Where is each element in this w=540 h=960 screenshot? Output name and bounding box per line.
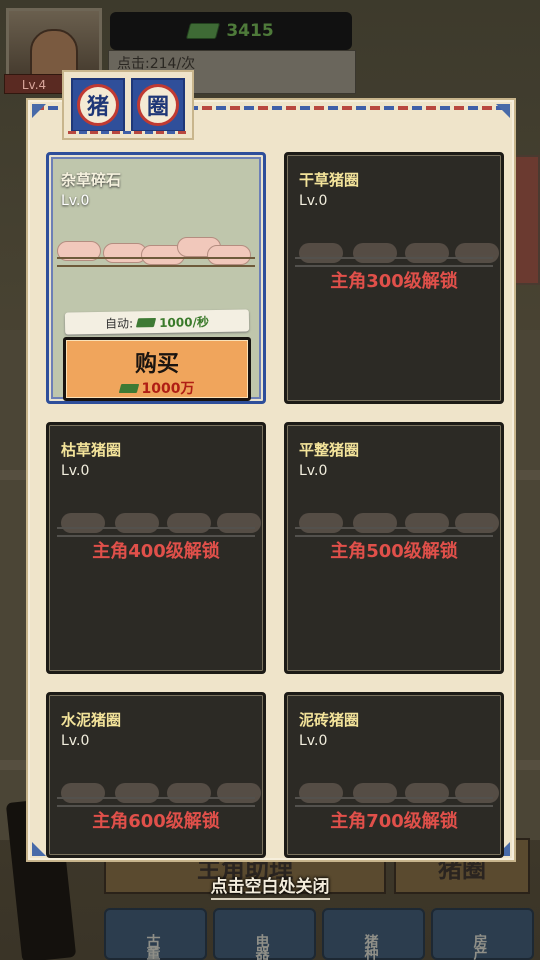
unlock-requirement: 主角300级解锁 (330, 271, 458, 292)
card-level: Lv.0 (299, 193, 328, 209)
auto-label: 自动: (104, 315, 134, 331)
tab-antiques-label: 古董 (144, 934, 161, 958)
corner-ornament (32, 104, 46, 118)
card-level: Lv.0 (61, 193, 90, 209)
buy-button-label: 购买 (134, 352, 179, 377)
unlock-requirement: 主角700级解锁 (330, 811, 458, 832)
unlock-requirement: 主角400级解锁 (92, 541, 220, 562)
buy-cost: 1000万 (66, 378, 248, 398)
close-hint[interactable]: 点击空白处关闭 (0, 872, 540, 900)
title-char: 圈 (137, 84, 179, 126)
title-char: 猪 (77, 84, 119, 126)
tab-property-label: 房产 (471, 934, 488, 958)
pigs-illustration (295, 767, 499, 811)
title-char-badge: 圈 (131, 78, 185, 132)
card-level: Lv.0 (299, 463, 328, 479)
pigpen-card-mud-brick[interactable]: 泥砖猪圈 Lv.0 主角700级解锁 (284, 692, 504, 858)
player-level-badge: Lv.4 (4, 74, 64, 94)
tab-pig-breeds[interactable]: 猪种 (322, 908, 425, 960)
card-name: 杂草碎石 (61, 171, 122, 189)
card-name: 平整猪圈 (299, 441, 360, 459)
cash-icon (136, 317, 157, 327)
tab-appliances[interactable]: 电器 (213, 908, 316, 960)
tab-antiques[interactable]: 古董 (104, 908, 207, 960)
cash-icon (118, 383, 139, 393)
card-name: 干草猪圈 (299, 171, 360, 189)
pigpen-card-dry-grass[interactable]: 枯草猪圈 Lv.0 主角400级解锁 (46, 422, 266, 674)
unlock-requirement: 主角600级解锁 (92, 811, 220, 832)
auto-rate: 1000/秒 (159, 314, 210, 330)
money-display: 3415 (110, 12, 352, 50)
pigpen-card-weeds[interactable]: 杂草碎石 Lv.0 自动: 1000/秒 购买 1000万 (46, 152, 266, 404)
pigs-illustration (295, 497, 499, 541)
pigpen-card-cement[interactable]: 水泥猪圈 Lv.0 主角600级解锁 (46, 692, 266, 858)
pigpen-card-hay[interactable]: 干草猪圈 Lv.0 主角300级解锁 (284, 152, 504, 404)
pigs-illustration (57, 227, 255, 271)
card-name: 水泥猪圈 (61, 711, 122, 729)
pigs-illustration (57, 497, 261, 541)
pigpen-panel: 杂草碎石 Lv.0 自动: 1000/秒 购买 1000万 干草猪圈 Lv.0 (26, 98, 516, 862)
corner-ornament (32, 842, 46, 856)
unlock-requirement: 主角500级解锁 (330, 541, 458, 562)
pigs-illustration (57, 767, 261, 811)
tab-appliances-label: 电器 (253, 934, 270, 958)
bottom-tab-bar: 古董 电器 猪种 房产 (0, 900, 540, 960)
close-hint-text: 点击空白处关闭 (210, 877, 330, 900)
buy-button[interactable]: 购买 1000万 (63, 337, 251, 401)
card-level: Lv.0 (61, 733, 90, 749)
buy-cost-value: 1000万 (141, 381, 195, 397)
cash-icon (186, 23, 221, 39)
money-value: 3415 (226, 21, 274, 41)
tab-property[interactable]: 房产 (431, 908, 534, 960)
card-name: 泥砖猪圈 (299, 711, 360, 729)
tab-pig-breeds-label: 猪种 (362, 934, 379, 958)
corner-ornament (496, 104, 510, 118)
panel-title: 猪 圈 (62, 70, 194, 140)
pigpen-card-flat[interactable]: 平整猪圈 Lv.0 主角500级解锁 (284, 422, 504, 674)
title-char-badge: 猪 (71, 78, 125, 132)
card-level: Lv.0 (299, 733, 328, 749)
card-name: 枯草猪圈 (61, 441, 122, 459)
auto-income-bar: 自动: 1000/秒 (64, 309, 250, 335)
pigs-illustration (295, 227, 499, 271)
card-level: Lv.0 (61, 463, 90, 479)
